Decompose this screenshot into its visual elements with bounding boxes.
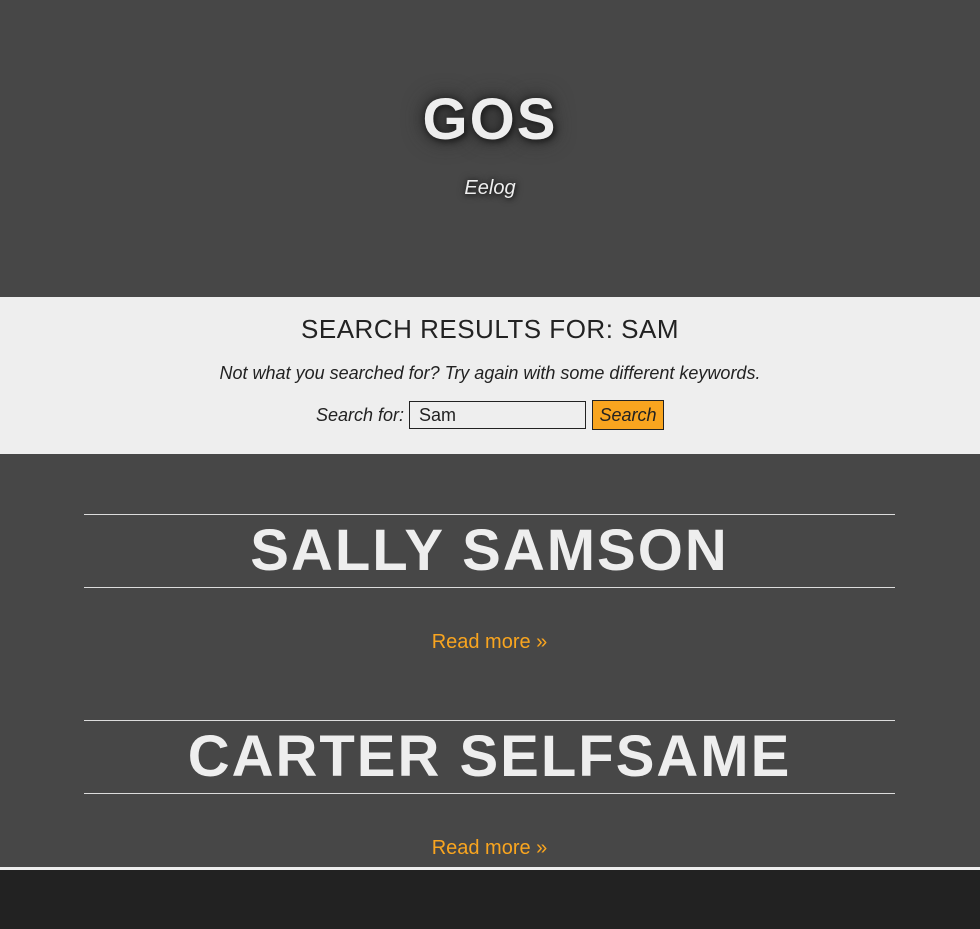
search-label: Search for: [315, 404, 405, 425]
result-title-frame: CARTER SELFSAME [84, 720, 895, 794]
result-item: CARTER SELFSAME Read more » [84, 720, 895, 860]
search-hint: Not what you searched for? Try again wit… [219, 363, 761, 383]
search-panel: SEARCH RESULTS FOR: SAM Not what you sea… [0, 297, 980, 454]
result-item: SALLY SAMSON Read more » [84, 514, 895, 654]
site-title[interactable]: GOS [0, 82, 980, 158]
search-results-title: SEARCH RESULTS FOR: SAM [301, 314, 679, 344]
read-more-link[interactable]: Read more » [432, 630, 548, 654]
site-footer [0, 870, 980, 929]
result-title-frame: SALLY SAMSON [84, 514, 895, 588]
result-title[interactable]: SALLY SAMSON [250, 519, 728, 583]
site-header: GOS Eelog [0, 0, 980, 297]
search-form: Search for: Search [0, 400, 980, 430]
site-tagline: Eelog [464, 177, 516, 199]
result-title[interactable]: CARTER SELFSAME [188, 725, 792, 789]
read-more-link[interactable]: Read more » [432, 836, 548, 860]
search-input[interactable] [409, 401, 587, 429]
search-results-list: SALLY SAMSON Read more » CARTER SELFSAME… [0, 454, 980, 870]
search-button[interactable]: Search [592, 400, 665, 430]
